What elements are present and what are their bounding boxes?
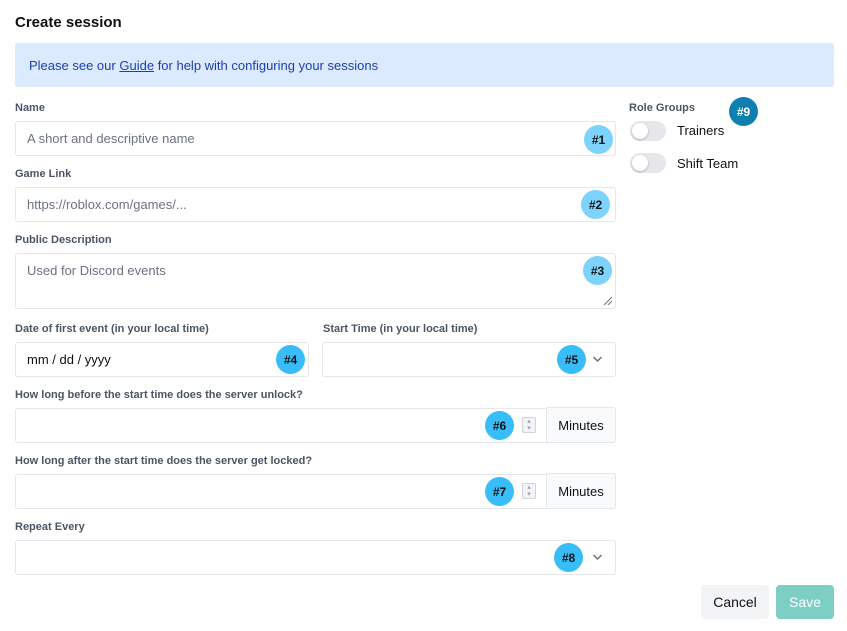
badge-6: #6 bbox=[485, 411, 514, 440]
date-input[interactable]: mm / dd / yyyy bbox=[15, 342, 309, 377]
game-link-placeholder: https://roblox.com/games/... bbox=[27, 197, 187, 212]
lock-spinner-icon[interactable]: ▴ ▾ bbox=[522, 483, 536, 499]
game-link-label: Game Link bbox=[15, 168, 72, 180]
chevron-down-icon[interactable] bbox=[592, 553, 603, 561]
guide-link[interactable]: Guide bbox=[119, 58, 154, 73]
lock-input[interactable] bbox=[15, 474, 547, 509]
role-groups-label: Role Groups bbox=[629, 102, 696, 114]
unlock-label: How long before the start time does the … bbox=[15, 389, 303, 401]
description-textarea[interactable]: Used for Discord events bbox=[15, 253, 616, 309]
name-label: Name bbox=[15, 102, 45, 114]
unlock-input[interactable] bbox=[15, 408, 547, 443]
badge-1: #1 bbox=[584, 125, 613, 154]
description-placeholder: Used for Discord events bbox=[27, 263, 166, 278]
resize-grip-icon[interactable] bbox=[602, 295, 612, 305]
badge-9: #9 bbox=[729, 97, 758, 126]
repeat-select[interactable] bbox=[15, 540, 616, 575]
save-button[interactable]: Save bbox=[776, 585, 834, 619]
date-label: Date of first event (in your local time) bbox=[15, 323, 209, 335]
badge-4: #4 bbox=[276, 345, 305, 374]
toggle-shift-team-label: Shift Team bbox=[677, 156, 739, 171]
lock-label: How long after the start time does the s… bbox=[15, 455, 313, 467]
banner-text-before: Please see our bbox=[29, 57, 116, 73]
badge-7: #7 bbox=[485, 477, 514, 506]
game-link-input[interactable]: https://roblox.com/games/... bbox=[15, 187, 616, 222]
toggle-shift-team[interactable] bbox=[630, 153, 666, 173]
name-input[interactable]: A short and descriptive name bbox=[15, 121, 616, 156]
badge-5: #5 bbox=[557, 345, 586, 374]
date-placeholder: mm / dd / yyyy bbox=[27, 352, 111, 367]
unlock-spinner-icon[interactable]: ▴ ▾ bbox=[522, 417, 536, 433]
repeat-label: Repeat Every bbox=[15, 521, 85, 533]
start-time-label: Start Time (in your local time) bbox=[323, 323, 478, 335]
description-label: Public Description bbox=[15, 234, 112, 246]
toggle-trainers[interactable] bbox=[630, 121, 666, 141]
chevron-down-icon[interactable] bbox=[592, 355, 603, 363]
badge-2: #2 bbox=[581, 190, 610, 219]
cancel-button[interactable]: Cancel bbox=[701, 585, 769, 619]
name-placeholder: A short and descriptive name bbox=[27, 131, 195, 146]
page-title: Create session bbox=[15, 14, 122, 31]
badge-3: #3 bbox=[583, 256, 612, 285]
banner-text-after: for help with configuring your sessions bbox=[157, 57, 379, 73]
toggle-trainers-label: Trainers bbox=[677, 123, 725, 138]
lock-unit: Minutes bbox=[546, 473, 616, 509]
guide-banner: Please see our Guide for help with confi… bbox=[15, 43, 834, 87]
unlock-unit: Minutes bbox=[546, 407, 616, 443]
badge-8: #8 bbox=[554, 543, 583, 572]
